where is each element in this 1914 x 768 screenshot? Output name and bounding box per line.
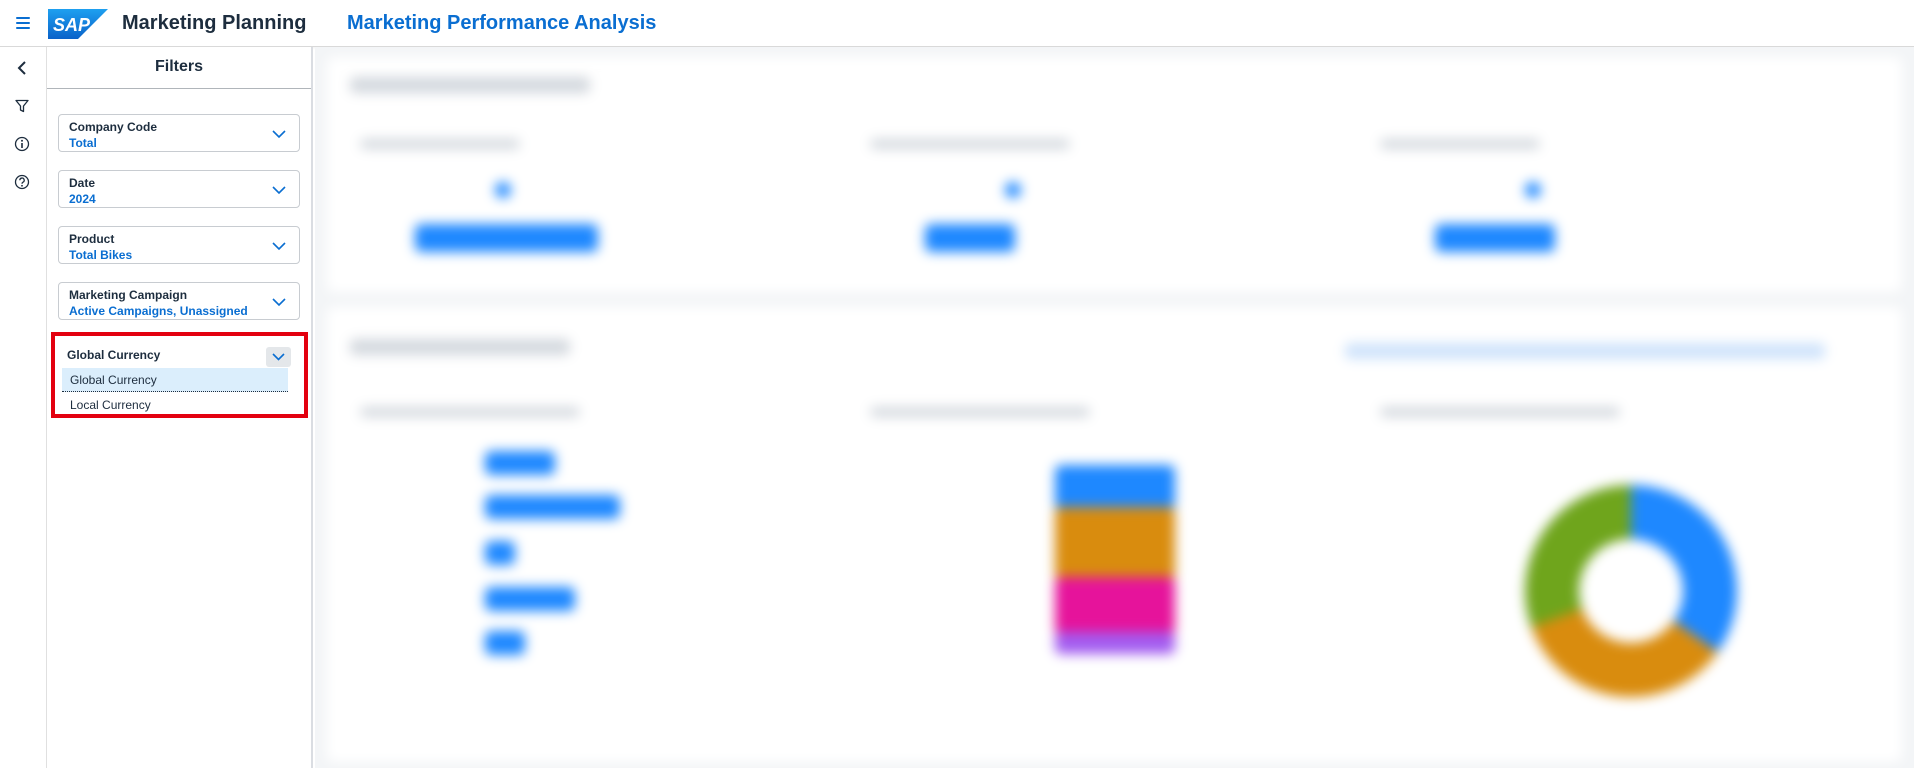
filter-value: Total — [69, 136, 97, 150]
filter-icon[interactable] — [11, 95, 33, 117]
shell-bar: SAP Marketing Planning Marketing Perform… — [0, 0, 1914, 47]
date-filter[interactable]: Date 2024 — [58, 170, 300, 208]
currency-filter-dropdown[interactable]: Global Currency Global Currency Local Cu… — [51, 332, 308, 418]
dashboard-content — [315, 47, 1914, 768]
marketing-campaign-filter[interactable]: Marketing Campaign Active Campaigns, Una… — [58, 282, 300, 320]
chevron-down-icon[interactable] — [269, 292, 289, 312]
filter-label: Date — [69, 176, 96, 190]
info-icon[interactable] — [11, 133, 33, 155]
chevron-down-icon[interactable] — [269, 180, 289, 200]
chevron-down-icon[interactable] — [269, 236, 289, 256]
filters-title: Filters — [47, 47, 311, 89]
blurred-dashboard — [315, 47, 1914, 768]
chevron-down-icon[interactable] — [266, 347, 291, 367]
filter-label: Marketing Campaign — [69, 288, 188, 302]
currency-filter-label: Global Currency — [67, 348, 161, 362]
filter-value: Total Bikes — [69, 248, 133, 262]
currency-option-global[interactable]: Global Currency — [62, 368, 288, 392]
menu-icon[interactable] — [11, 11, 35, 35]
product-filter[interactable]: Product Total Bikes — [58, 226, 300, 264]
sap-logo: SAP — [48, 9, 108, 39]
page-title[interactable]: Marketing Performance Analysis — [347, 12, 656, 35]
app-title: Marketing Planning — [122, 12, 307, 34]
filter-value: 2024 — [69, 192, 96, 206]
filter-value: Active Campaigns, Unassigned — [69, 304, 248, 318]
filter-label: Company Code — [69, 120, 158, 134]
side-rail — [0, 47, 47, 768]
help-icon[interactable] — [11, 171, 33, 193]
svg-text:SAP: SAP — [53, 15, 91, 35]
company-code-filter[interactable]: Company Code Total — [58, 114, 300, 152]
filter-label: Product — [69, 232, 115, 246]
filter-panel: Filters Company Code Total Date 2024 Pro… — [47, 47, 313, 768]
back-icon[interactable] — [11, 57, 33, 79]
chevron-down-icon[interactable] — [269, 124, 289, 144]
currency-option-local[interactable]: Local Currency — [62, 393, 288, 417]
